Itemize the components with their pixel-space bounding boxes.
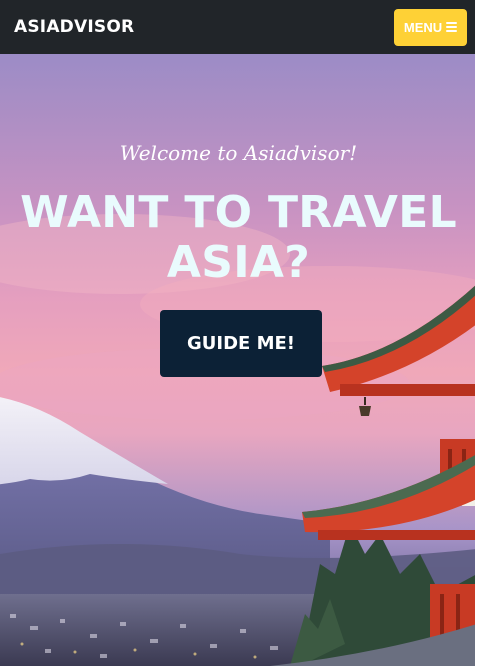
page: ASIADVISOR MENU Welcome to Asiadvisor! W… xyxy=(0,0,477,666)
hero-headline: WANT TO TRAVEL ASIA? xyxy=(20,187,457,288)
menu-label: MENU xyxy=(403,19,443,35)
brand-logo[interactable]: ASIADVISOR xyxy=(14,17,134,37)
guide-me-button[interactable]: GUIDE ME! xyxy=(160,310,322,377)
hamburger-icon xyxy=(446,22,458,32)
hero-section: Welcome to Asiadvisor! WANT TO TRAVEL AS… xyxy=(0,54,477,666)
menu-button[interactable]: MENU xyxy=(394,8,467,46)
navbar: ASIADVISOR MENU xyxy=(0,0,477,54)
welcome-subheading: Welcome to Asiadvisor! xyxy=(119,141,358,165)
hero-content: Welcome to Asiadvisor! WANT TO TRAVEL AS… xyxy=(0,54,477,666)
